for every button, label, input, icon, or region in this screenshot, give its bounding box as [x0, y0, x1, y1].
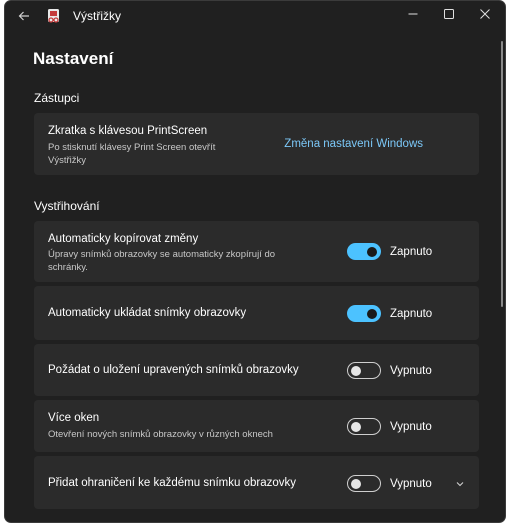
setting-title: Přidat ohraničení ke každému snímku obra… — [48, 477, 297, 489]
setting-ask-save-edited: Požádat o uložení upravených snímků obra… — [34, 344, 479, 396]
setting-description: Otevření nových snímků obrazovky v různý… — [48, 429, 273, 440]
toggle-knob — [367, 246, 377, 257]
printscreen-shortcut-title: Zkratka s klávesou PrintScreen — [48, 125, 208, 137]
add-border-toggle[interactable] — [347, 475, 381, 492]
toggle-state-label: Vypnuto — [390, 478, 432, 490]
page-title: Nastavení — [33, 49, 114, 68]
title-bar: Výstřižky — [5, 1, 505, 31]
printscreen-shortcut-description: Po stisknutí klávesy Print Screen otevří… — [48, 142, 216, 166]
minimize-button[interactable] — [396, 1, 430, 27]
close-button[interactable] — [468, 1, 502, 27]
multiple-windows-toggle[interactable] — [347, 418, 381, 435]
minimize-icon — [408, 13, 418, 15]
auto-copy-toggle[interactable] — [347, 243, 381, 260]
ask-save-toggle[interactable] — [347, 362, 381, 379]
chevron-down-icon[interactable] — [454, 477, 466, 489]
setting-auto-save-screenshots: Automaticky ukládat snímky obrazovky Zap… — [34, 286, 479, 340]
change-windows-settings-link[interactable]: Změna nastavení Windows — [284, 138, 423, 150]
setting-multiple-windows: Více oken Otevření nových snímků obrazov… — [34, 400, 479, 452]
toggle-knob — [367, 308, 377, 319]
setting-auto-copy-changes: Automaticky kopírovat změny Úpravy snímk… — [34, 221, 479, 282]
toggle-knob — [351, 365, 361, 376]
maximize-button[interactable] — [432, 1, 466, 27]
setting-title: Automaticky kopírovat změny — [48, 233, 199, 245]
setting-title: Více oken — [48, 412, 100, 424]
close-icon — [480, 9, 490, 19]
maximize-icon — [444, 9, 454, 19]
toggle-knob — [351, 478, 361, 489]
toggle-state-label: Zapnuto — [390, 246, 433, 258]
toggle-state-label: Zapnuto — [390, 308, 433, 320]
toggle-knob — [351, 421, 361, 432]
section-label-shortcuts: Zástupci — [34, 91, 80, 105]
auto-save-toggle[interactable] — [347, 305, 381, 322]
window-title: Výstřižky — [73, 9, 121, 23]
setting-title: Požádat o uložení upravených snímků obra… — [48, 364, 299, 376]
snipping-tool-app-icon — [45, 7, 63, 25]
snipping-tool-window: Výstřižky Nastavení Zástupci Zkratka s k… — [4, 0, 506, 523]
setting-add-border[interactable]: Přidat ohraničení ke každému snímku obra… — [34, 456, 479, 509]
setting-title: Automaticky ukládat snímky obrazovky — [48, 307, 247, 319]
setting-description: Úpravy snímků obrazovky se automaticky z… — [48, 249, 276, 273]
toggle-state-label: Vypnuto — [390, 421, 432, 433]
printscreen-shortcut-card: Zkratka s klávesou PrintScreen Po stiskn… — [34, 113, 479, 175]
back-button[interactable] — [15, 7, 33, 25]
vertical-scrollbar[interactable] — [501, 41, 503, 307]
back-arrow-icon — [18, 11, 29, 21]
toggle-state-label: Vypnuto — [390, 365, 432, 377]
section-label-snipping: Vystřihování — [34, 199, 100, 213]
